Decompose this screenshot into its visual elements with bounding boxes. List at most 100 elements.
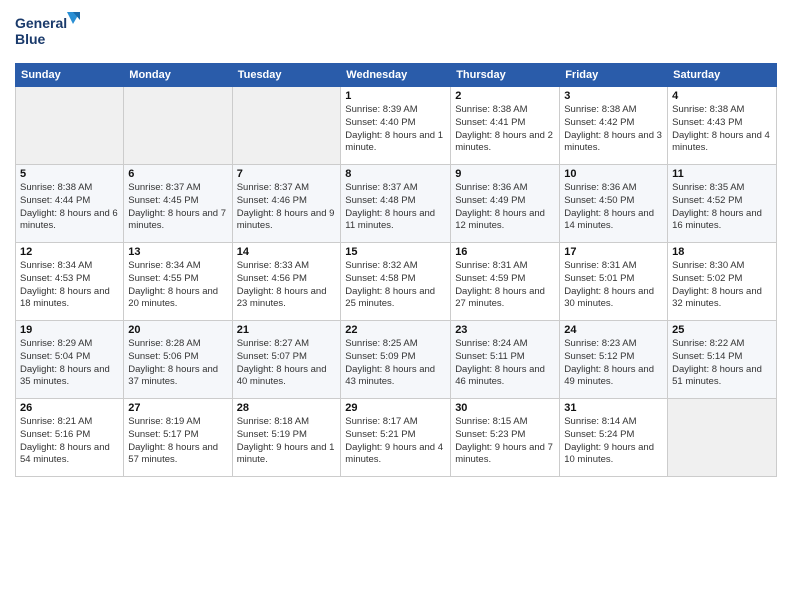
day-info: Sunrise: 8:34 AMSunset: 4:55 PMDaylight:… <box>128 260 227 311</box>
calendar-cell: 3 Sunrise: 8:38 AMSunset: 4:42 PMDaylight… <box>560 87 668 165</box>
calendar-cell: 21 Sunrise: 8:27 AMSunset: 5:07 PMDayligh… <box>232 321 341 399</box>
calendar-cell: 17Sunrise: 8:31 AMSunset: 5:01 PMDayligh… <box>560 243 668 321</box>
calendar-cell: 19 Sunrise: 8:29 AMSunset: 5:04 PMDayligh… <box>16 321 124 399</box>
calendar-cell: 2Sunrise: 8:38 AMSunset: 4:41 PMDaylight… <box>451 87 560 165</box>
day-info: Sunrise: 8:38 AMSunset: 4:41 PMDaylight:… <box>455 104 555 155</box>
calendar-cell: 10 Sunrise: 8:36 AMSunset: 4:50 PMDayligh… <box>560 165 668 243</box>
day-info: Sunrise: 8:37 AMSunset: 4:48 PMDaylight:… <box>345 182 446 233</box>
calendar-cell: 8 Sunrise: 8:37 AMSunset: 4:48 PMDaylight… <box>341 165 451 243</box>
day-number: 10 <box>564 168 663 180</box>
logo: General Blue <box>15 10 85 55</box>
day-number: 26 <box>20 402 119 414</box>
day-number: 21 <box>237 324 337 336</box>
day-number: 30 <box>455 402 555 414</box>
day-number: 7 <box>237 168 337 180</box>
calendar-table: SundayMondayTuesdayWednesdayThursdayFrid… <box>15 63 777 477</box>
day-number: 3 <box>564 90 663 102</box>
day-number: 31 <box>564 402 663 414</box>
day-number: 5 <box>20 168 119 180</box>
day-info: Sunrise: 8:31 AMSunset: 4:59 PMDaylight:… <box>455 260 555 311</box>
day-info: Sunrise: 8:19 AMSunset: 5:17 PMDaylight:… <box>128 416 227 467</box>
day-number: 14 <box>237 246 337 258</box>
weekday-header-friday: Friday <box>560 64 668 87</box>
day-number: 20 <box>128 324 227 336</box>
day-number: 4 <box>672 90 772 102</box>
calendar-cell <box>668 399 777 477</box>
calendar-cell: 28Sunrise: 8:18 AMSunset: 5:19 PMDayligh… <box>232 399 341 477</box>
day-number: 29 <box>345 402 446 414</box>
calendar-cell: 31 Sunrise: 8:14 AMSunset: 5:24 PMDayligh… <box>560 399 668 477</box>
day-number: 17 <box>564 246 663 258</box>
day-info: Sunrise: 8:39 AMSunset: 4:40 PMDaylight:… <box>345 104 446 155</box>
calendar-cell: 18 Sunrise: 8:30 AMSunset: 5:02 PMDayligh… <box>668 243 777 321</box>
day-info: Sunrise: 8:18 AMSunset: 5:19 PMDaylight:… <box>237 416 337 467</box>
day-number: 15 <box>345 246 446 258</box>
day-number: 13 <box>128 246 227 258</box>
calendar-cell: 30 Sunrise: 8:15 AMSunset: 5:23 PMDayligh… <box>451 399 560 477</box>
day-number: 8 <box>345 168 446 180</box>
day-info: Sunrise: 8:29 AMSunset: 5:04 PMDaylight:… <box>20 338 119 389</box>
calendar-cell: 16 Sunrise: 8:31 AMSunset: 4:59 PMDayligh… <box>451 243 560 321</box>
logo-svg: General Blue <box>15 10 85 55</box>
day-info: Sunrise: 8:17 AMSunset: 5:21 PMDaylight:… <box>345 416 446 467</box>
calendar-cell: 23Sunrise: 8:24 AMSunset: 5:11 PMDayligh… <box>451 321 560 399</box>
calendar-cell: 27 Sunrise: 8:19 AMSunset: 5:17 PMDayligh… <box>124 399 232 477</box>
day-number: 22 <box>345 324 446 336</box>
day-info: Sunrise: 8:38 AMSunset: 4:44 PMDaylight:… <box>20 182 119 233</box>
weekday-header-tuesday: Tuesday <box>232 64 341 87</box>
calendar-cell: 24Sunrise: 8:23 AMSunset: 5:12 PMDayligh… <box>560 321 668 399</box>
day-info: Sunrise: 8:21 AMSunset: 5:16 PMDaylight:… <box>20 416 119 467</box>
day-info: Sunrise: 8:23 AMSunset: 5:12 PMDaylight:… <box>564 338 663 389</box>
page: General Blue SundayMondayTuesdayWednesda… <box>0 0 792 612</box>
calendar-cell: 14Sunrise: 8:33 AMSunset: 4:56 PMDayligh… <box>232 243 341 321</box>
day-number: 19 <box>20 324 119 336</box>
day-number: 27 <box>128 402 227 414</box>
day-number: 12 <box>20 246 119 258</box>
calendar-cell <box>124 87 232 165</box>
calendar-cell: 22Sunrise: 8:25 AMSunset: 5:09 PMDayligh… <box>341 321 451 399</box>
day-info: Sunrise: 8:37 AMSunset: 4:46 PMDaylight:… <box>237 182 337 233</box>
day-number: 16 <box>455 246 555 258</box>
calendar-cell: 29 Sunrise: 8:17 AMSunset: 5:21 PMDayligh… <box>341 399 451 477</box>
day-info: Sunrise: 8:24 AMSunset: 5:11 PMDaylight:… <box>455 338 555 389</box>
day-number: 1 <box>345 90 446 102</box>
weekday-header-sunday: Sunday <box>16 64 124 87</box>
day-number: 25 <box>672 324 772 336</box>
svg-text:General: General <box>15 15 67 31</box>
day-number: 18 <box>672 246 772 258</box>
day-info: Sunrise: 8:35 AMSunset: 4:52 PMDaylight:… <box>672 182 772 233</box>
calendar-cell: 15 Sunrise: 8:32 AMSunset: 4:58 PMDayligh… <box>341 243 451 321</box>
weekday-header-wednesday: Wednesday <box>341 64 451 87</box>
day-info: Sunrise: 8:22 AMSunset: 5:14 PMDaylight:… <box>672 338 772 389</box>
day-number: 6 <box>128 168 227 180</box>
day-number: 9 <box>455 168 555 180</box>
calendar-cell <box>16 87 124 165</box>
calendar-cell: 4Sunrise: 8:38 AMSunset: 4:43 PMDaylight… <box>668 87 777 165</box>
calendar-cell: 13 Sunrise: 8:34 AMSunset: 4:55 PMDayligh… <box>124 243 232 321</box>
calendar-week-1: 1 Sunrise: 8:39 AMSunset: 4:40 PMDaylight… <box>16 87 777 165</box>
day-info: Sunrise: 8:37 AMSunset: 4:45 PMDaylight:… <box>128 182 227 233</box>
day-info: Sunrise: 8:36 AMSunset: 4:50 PMDaylight:… <box>564 182 663 233</box>
calendar-week-3: 12Sunrise: 8:34 AMSunset: 4:53 PMDayligh… <box>16 243 777 321</box>
day-info: Sunrise: 8:14 AMSunset: 5:24 PMDaylight:… <box>564 416 663 467</box>
calendar-cell: 7 Sunrise: 8:37 AMSunset: 4:46 PMDaylight… <box>232 165 341 243</box>
calendar-week-4: 19 Sunrise: 8:29 AMSunset: 5:04 PMDayligh… <box>16 321 777 399</box>
calendar-cell: 11Sunrise: 8:35 AMSunset: 4:52 PMDayligh… <box>668 165 777 243</box>
weekday-header-saturday: Saturday <box>668 64 777 87</box>
calendar-cell: 25 Sunrise: 8:22 AMSunset: 5:14 PMDayligh… <box>668 321 777 399</box>
day-info: Sunrise: 8:32 AMSunset: 4:58 PMDaylight:… <box>345 260 446 311</box>
calendar-cell: 1 Sunrise: 8:39 AMSunset: 4:40 PMDaylight… <box>341 87 451 165</box>
day-info: Sunrise: 8:15 AMSunset: 5:23 PMDaylight:… <box>455 416 555 467</box>
day-info: Sunrise: 8:27 AMSunset: 5:07 PMDaylight:… <box>237 338 337 389</box>
weekday-header-row: SundayMondayTuesdayWednesdayThursdayFrid… <box>16 64 777 87</box>
weekday-header-monday: Monday <box>124 64 232 87</box>
calendar-cell: 26 Sunrise: 8:21 AMSunset: 5:16 PMDayligh… <box>16 399 124 477</box>
day-info: Sunrise: 8:30 AMSunset: 5:02 PMDaylight:… <box>672 260 772 311</box>
calendar-cell <box>232 87 341 165</box>
day-info: Sunrise: 8:28 AMSunset: 5:06 PMDaylight:… <box>128 338 227 389</box>
calendar-cell: 6 Sunrise: 8:37 AMSunset: 4:45 PMDaylight… <box>124 165 232 243</box>
calendar-week-5: 26 Sunrise: 8:21 AMSunset: 5:16 PMDayligh… <box>16 399 777 477</box>
calendar-cell: 9Sunrise: 8:36 AMSunset: 4:49 PMDaylight… <box>451 165 560 243</box>
day-info: Sunrise: 8:38 AMSunset: 4:42 PMDaylight:… <box>564 104 663 155</box>
svg-text:Blue: Blue <box>15 31 46 47</box>
